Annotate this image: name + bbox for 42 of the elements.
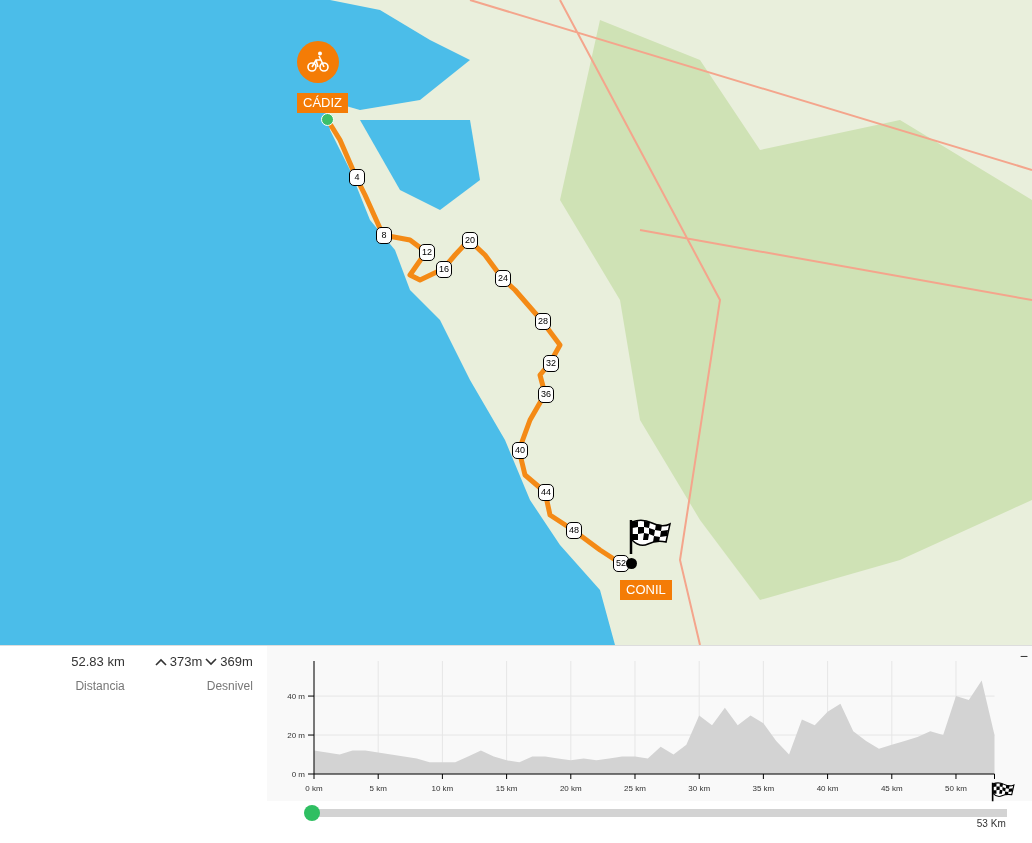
x-tick-label: 10 km	[431, 784, 454, 793]
x-tick-label: 30 km	[688, 784, 710, 793]
km-marker: 36	[538, 386, 554, 403]
checkered-flag-icon	[628, 518, 672, 556]
km-marker: 8	[376, 227, 392, 244]
slider-end-label: 53 Km	[976, 818, 1006, 829]
km-marker: 12	[419, 244, 435, 261]
ascent-icon	[154, 657, 167, 666]
km-marker: 24	[495, 270, 511, 287]
km-marker: 4	[349, 169, 365, 186]
x-tick-label: 20 km	[559, 784, 582, 793]
descent-value: 369m	[220, 654, 253, 669]
x-tick-label: 45 km	[880, 784, 903, 793]
elevation-label: Desnivel	[206, 679, 253, 693]
km-marker: 28	[535, 313, 551, 330]
km-marker: 52	[613, 555, 629, 572]
km-marker: 32	[543, 355, 559, 372]
km-marker: 16	[436, 261, 452, 278]
x-tick-label: 15 km	[495, 784, 518, 793]
descent-icon	[205, 657, 218, 666]
km-marker: 40	[512, 442, 528, 459]
start-label: CÁDIZ	[297, 93, 348, 113]
x-tick-label: 5 km	[369, 784, 387, 793]
x-tick-label: 40 km	[816, 784, 839, 793]
map-drawing[interactable]	[0, 0, 1032, 645]
collapse-button[interactable]: −	[1015, 648, 1032, 664]
x-tick-label: 50 km	[944, 784, 967, 793]
y-tick-label: 40 m	[287, 692, 305, 702]
km-marker: 44	[538, 484, 554, 501]
x-tick-label: 35 km	[752, 784, 775, 793]
end-point-icon	[626, 558, 637, 569]
y-tick-label: 0 m	[291, 770, 305, 779]
slider-thumb[interactable]	[303, 805, 320, 821]
km-marker: 48	[566, 522, 582, 539]
distance-value: 52.83 km	[71, 654, 125, 669]
x-tick-label: 25 km	[623, 784, 646, 793]
end-label: CONIL	[620, 580, 672, 600]
km-marker: 20	[462, 232, 478, 249]
x-tick-label: 0 km	[305, 784, 323, 793]
y-tick-label: 20 m	[287, 731, 305, 741]
ascent-value: 373m	[169, 654, 203, 669]
distance-label: Distancia	[75, 679, 125, 693]
